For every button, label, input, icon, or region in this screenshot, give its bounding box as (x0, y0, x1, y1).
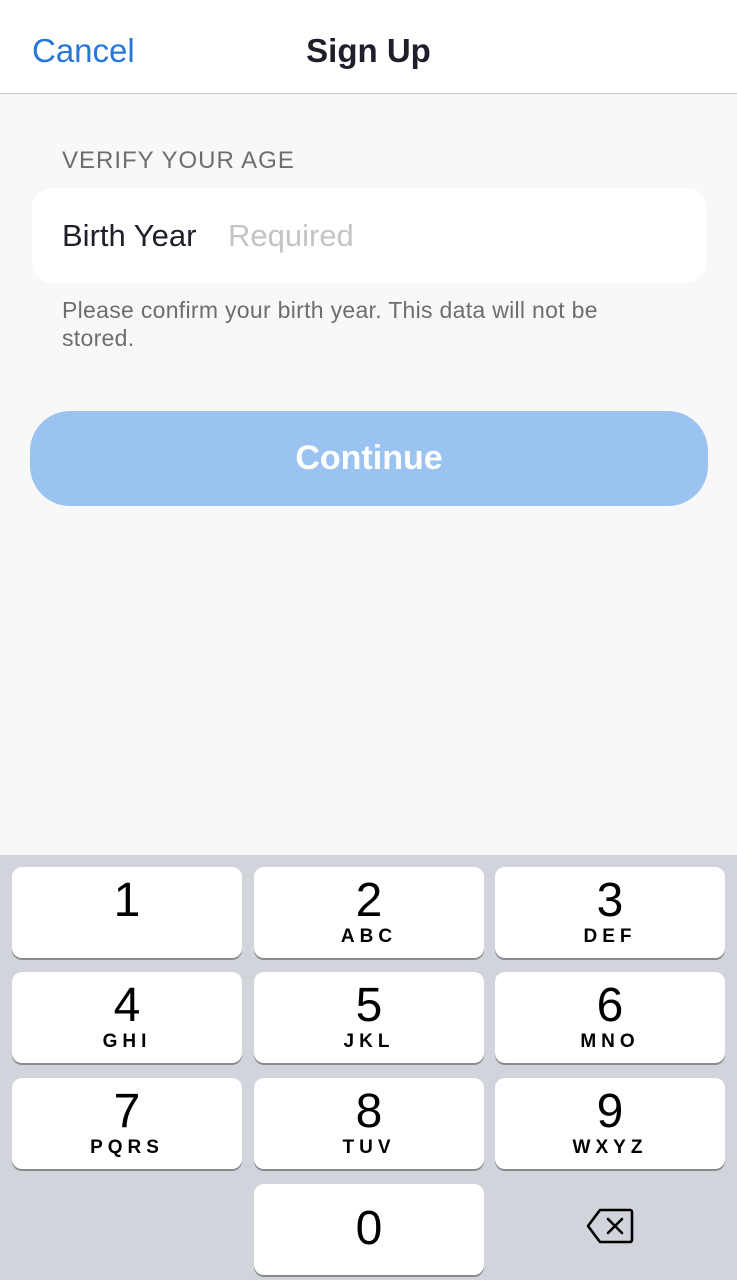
key-0[interactable]: 0 (254, 1184, 484, 1275)
key-3[interactable]: 3 DEF (495, 867, 725, 958)
birth-year-label: Birth Year (62, 218, 197, 253)
numeric-keyboard: 1 2 ABC 3 DEF 4 GHI 5 JKL 6 MNO 7 PQRS 8… (0, 855, 737, 1280)
key-digit: 3 (596, 874, 624, 927)
continue-button[interactable]: Continue (30, 411, 708, 506)
key-letters: PQRS (90, 1137, 164, 1158)
key-6[interactable]: 6 MNO (495, 972, 725, 1063)
navigation-bar: Cancel Sign Up (0, 0, 737, 94)
key-letters: DEF (583, 926, 637, 947)
key-digit: 6 (596, 979, 624, 1032)
footnote-text: Please confirm your birth year. This dat… (62, 297, 598, 351)
key-5[interactable]: 5 JKL (254, 972, 484, 1063)
birth-year-input[interactable] (228, 210, 678, 262)
key-2[interactable]: 2 ABC (254, 867, 484, 958)
key-letters: WXYZ (572, 1137, 648, 1158)
key-digit: 9 (596, 1085, 624, 1138)
key-digit: 0 (355, 1202, 383, 1255)
key-9[interactable]: 9 WXYZ (495, 1078, 725, 1169)
key-8[interactable]: 8 TUV (254, 1078, 484, 1169)
key-4[interactable]: 4 GHI (12, 972, 242, 1063)
key-7[interactable]: 7 PQRS (12, 1078, 242, 1169)
backspace-icon (586, 1208, 634, 1249)
key-digit: 4 (113, 979, 141, 1032)
backspace-key[interactable] (495, 1183, 725, 1274)
key-digit: 5 (355, 979, 383, 1032)
key-letters: ABC (340, 926, 398, 947)
key-digit: 1 (113, 874, 141, 927)
sign-up-screen: Cancel Sign Up VERIFY YOUR AGE Birth Yea… (0, 0, 737, 1280)
key-digit: 7 (113, 1085, 141, 1138)
page-title: Sign Up (306, 32, 431, 69)
key-letters: JKL (343, 1031, 395, 1052)
key-digit: 2 (355, 874, 383, 927)
birth-year-card: Birth Year (32, 188, 706, 283)
section-header: VERIFY YOUR AGE (62, 147, 295, 174)
key-letters: TUV (342, 1137, 396, 1158)
key-letters: GHI (102, 1031, 152, 1052)
key-1[interactable]: 1 (12, 867, 242, 958)
key-letters: MNO (580, 1031, 640, 1052)
key-digit: 8 (355, 1085, 383, 1138)
